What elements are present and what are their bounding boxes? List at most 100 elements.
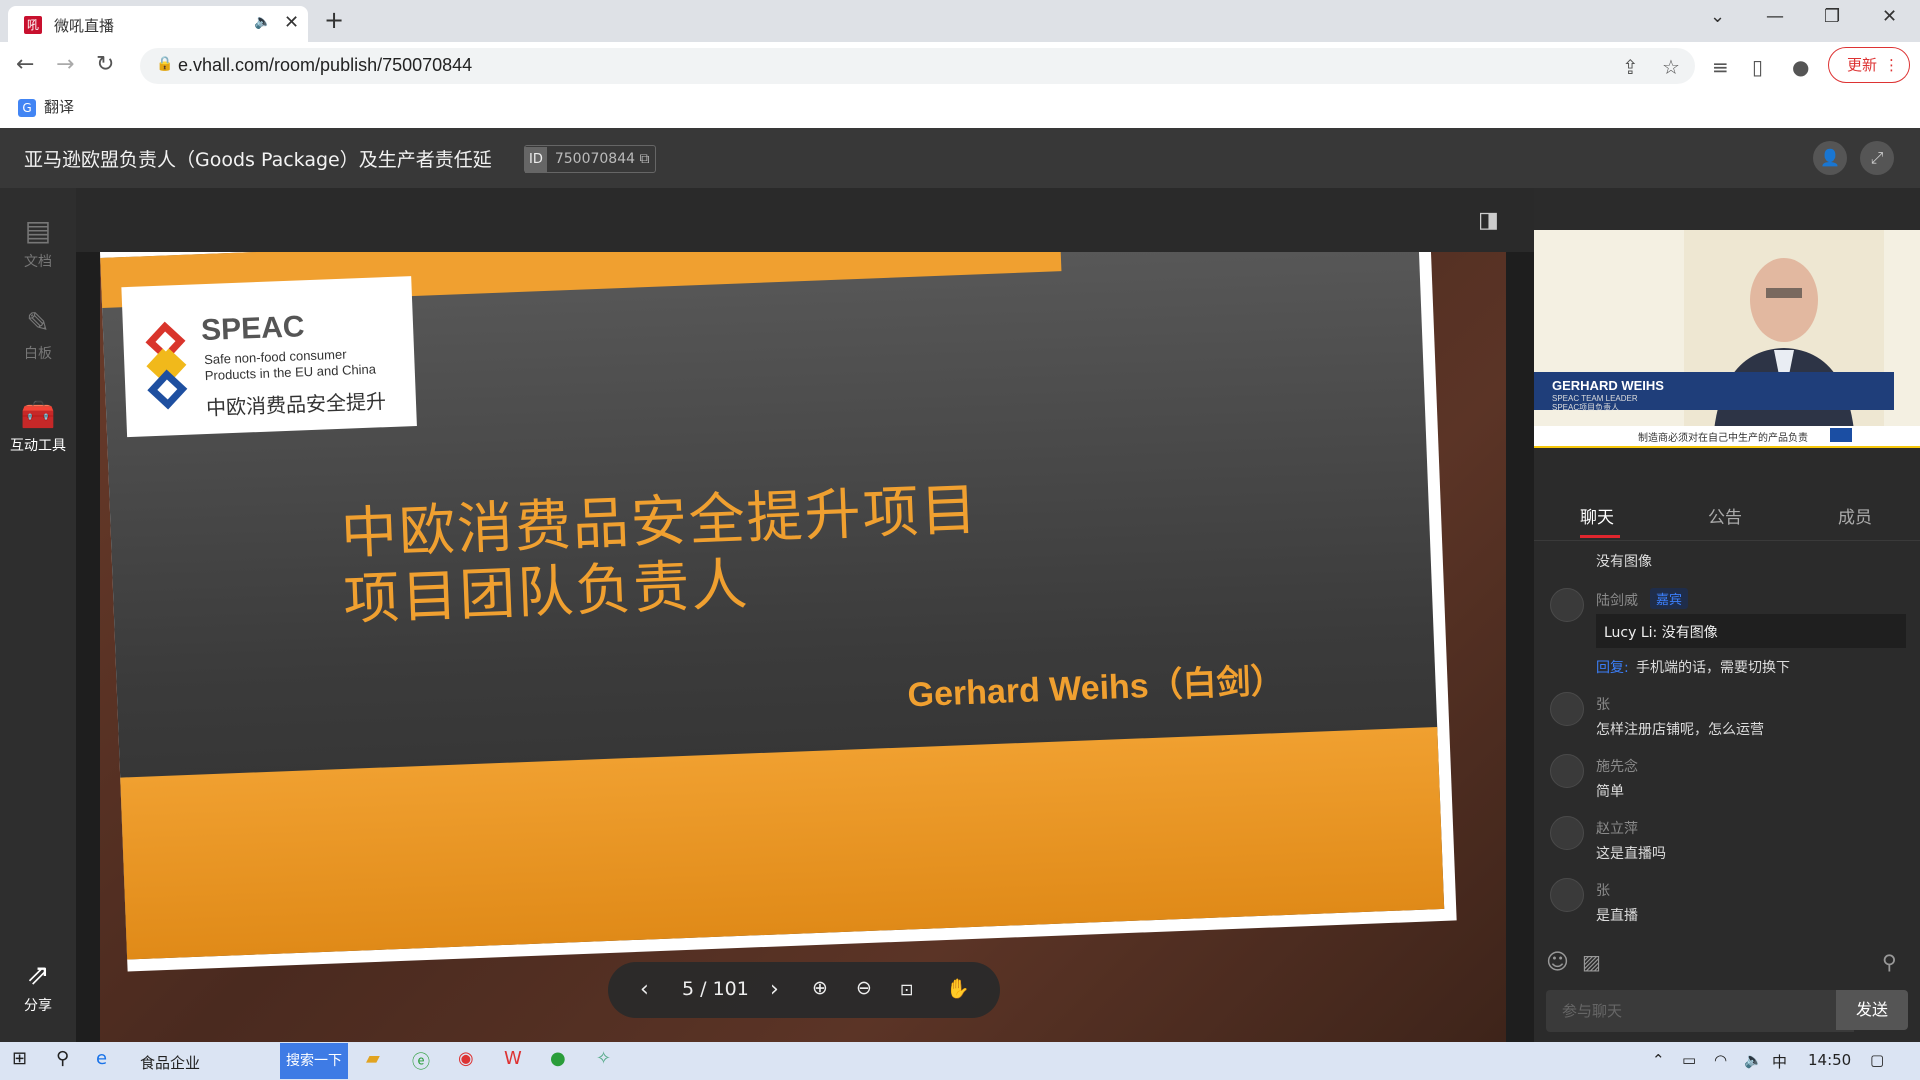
avatar[interactable] [1550,588,1584,622]
app-icon[interactable]: ✧ [596,1048,611,1069]
zoom-in-icon[interactable]: ⊕ [812,977,828,999]
file-explorer-icon[interactable]: ▰ [366,1048,380,1069]
tab-members[interactable]: 成员 [1838,503,1872,528]
speaker-role: SPEAC TEAM LEADER SPEAC项目负责人 [1552,394,1638,412]
actual-size-icon[interactable]: ⊡ [900,980,913,999]
new-tab-button[interactable]: + [324,6,344,34]
tab-notice[interactable]: 公告 [1708,503,1742,528]
media-control-icon[interactable]: ≡ [1712,55,1729,79]
bookmark-translate[interactable]: G 翻译 [18,96,74,117]
battery-icon[interactable]: ▭ [1682,1051,1696,1069]
prev-page-icon[interactable]: ‹ [640,977,649,1002]
slide-canvas[interactable]: SPEAC Safe non-food consumer Products in … [100,252,1506,1042]
wps-icon[interactable]: W [504,1048,522,1069]
lock-icon[interactable]: 🔒 [156,56,173,72]
video-caption: 制造商必须对在自己中生产的产品负责 [1638,433,1808,444]
close-tab-icon[interactable]: ✕ [284,12,299,33]
rail-doc-label: 文档 [24,254,52,270]
profile-icon[interactable]: ● [1792,55,1809,79]
user-icon[interactable]: 👤 [1813,141,1847,175]
forward-icon[interactable]: → [56,52,74,77]
speaker-name: GERHARD WEIHS [1552,378,1664,393]
more-menu-icon[interactable]: ⋮ [1866,48,1899,82]
emoji-icon[interactable]: ☺ [1546,950,1569,975]
image-icon[interactable]: ▨ [1582,950,1601,974]
slide-background: SPEAC Safe non-food consumer Products in … [100,252,1445,960]
rail-whiteboard-label: 白板 [24,346,52,362]
translate-icon: G [18,99,36,117]
room-title: 亚马逊欧盟负责人（Goods Package）及生产者责任延 [24,149,492,171]
rail-tools[interactable]: 🧰 互动工具 [0,398,76,455]
chrome-icon[interactable]: ◉ [458,1048,474,1069]
rail-doc[interactable]: ▤ 文档 [0,214,76,271]
back-icon[interactable]: ← [16,52,34,77]
document-toolbar [76,188,1534,252]
chat-input[interactable] [1546,990,1854,1032]
avatar[interactable] [1550,754,1584,788]
speaker-video[interactable]: GERHARD WEIHS SPEAC TEAM LEADER SPEAC项目负责… [1534,230,1920,448]
next-page-icon[interactable]: › [770,977,779,1002]
ime-indicator[interactable]: 中 [1772,1051,1787,1072]
fullscreen-icon[interactable]: ⤢ [1860,141,1894,175]
address-bar[interactable]: 🔒 e.vhall.com/room/publish/750070844 [140,48,1695,84]
slide-bottom-band [120,727,1445,960]
tab-chat[interactable]: 聊天 [1580,503,1614,528]
volume-icon[interactable]: 🔈 [1744,1051,1763,1069]
search-icon[interactable]: ⚲ [56,1048,69,1069]
share-page-icon[interactable]: ⇪ [1622,55,1639,79]
logo-subtitle: Safe non-food consumer Products in the EU… [204,346,376,385]
browser-tab[interactable]: 吼 微吼直播 🔈 ✕ [8,6,308,42]
ie-address-text[interactable]: 食品企业 [140,1052,200,1073]
toolbox-icon: 🧰 [20,398,56,431]
avatar[interactable] [1550,878,1584,912]
eu-flag-icon [1830,428,1852,442]
tray-expand-icon[interactable]: ⌃ [1652,1051,1665,1069]
video-edge [1534,446,1920,448]
tab-search-icon[interactable]: ⌄ [1710,6,1725,27]
notification-icon[interactable]: ▢ [1870,1051,1884,1069]
filter-icon[interactable]: ⚲ [1882,950,1897,974]
room-id-badge[interactable]: ID 750070844 ⧉ [524,145,657,173]
bookmark-star-icon[interactable]: ☆ [1662,55,1680,79]
rail-share[interactable]: ⇗ 分享 [0,958,76,1015]
browser-icon[interactable]: ⓔ [412,1048,430,1074]
update-button[interactable]: 更新 ⋮ [1828,47,1910,83]
reload-icon[interactable]: ↻ [96,52,114,77]
speaker-role2: SPEAC项目负责人 [1552,403,1620,412]
guest-badge: 嘉宾 [1650,588,1689,609]
zoom-out-icon[interactable]: ⊖ [856,977,872,999]
quoted-text: Lucy Li: 没有图像 [1604,625,1718,641]
document-icon: ▤ [24,214,52,247]
avatar[interactable] [1550,816,1584,850]
minimize-button[interactable]: — [1766,6,1784,27]
clock[interactable]: 14:50 [1808,1051,1851,1069]
copy-icon[interactable]: ⧉ [639,151,649,167]
send-button[interactable]: 发送 [1836,990,1908,1030]
vhall-favicon-icon: 吼 [24,16,42,34]
bookmark-translate-label: 翻译 [44,98,75,116]
search-button[interactable]: 搜索一下 [280,1043,348,1079]
room-id-value: 750070844 [554,151,636,167]
windows-start-icon[interactable]: ⊞ [12,1048,27,1069]
hand-tool-icon[interactable]: ✋ [946,977,970,1000]
whiteboard-icon: ✎ [26,306,50,339]
speac-mark-icon [145,321,188,410]
chat-message: 手机端的话，需要切换下 [1636,660,1790,676]
speaker-icon[interactable]: 🔈 [254,14,271,30]
avatar[interactable] [1550,692,1584,726]
share-icon: ⇗ [26,958,50,991]
wifi-icon[interactable]: ◠ [1714,1051,1727,1069]
wechat-icon[interactable]: ● [550,1048,566,1069]
close-window-button[interactable]: ✕ [1882,6,1897,27]
chat-message: 简单 [1596,784,1624,800]
chat-username: 张 [1596,883,1610,899]
speaker-role1: SPEAC TEAM LEADER [1552,394,1638,403]
restore-button[interactable]: ❐ [1824,6,1840,27]
side-panel-icon[interactable]: ▯ [1752,55,1763,79]
url-text[interactable]: e.vhall.com/room/publish/750070844 [178,55,472,76]
sidebar-toggle-icon[interactable]: ◨ [1478,208,1499,233]
speac-logo: SPEAC Safe non-food consumer Products in … [121,276,417,438]
tab-title: 微吼直播 [54,17,115,35]
ie-icon[interactable]: e [96,1048,107,1069]
rail-whiteboard[interactable]: ✎ 白板 [0,306,76,363]
